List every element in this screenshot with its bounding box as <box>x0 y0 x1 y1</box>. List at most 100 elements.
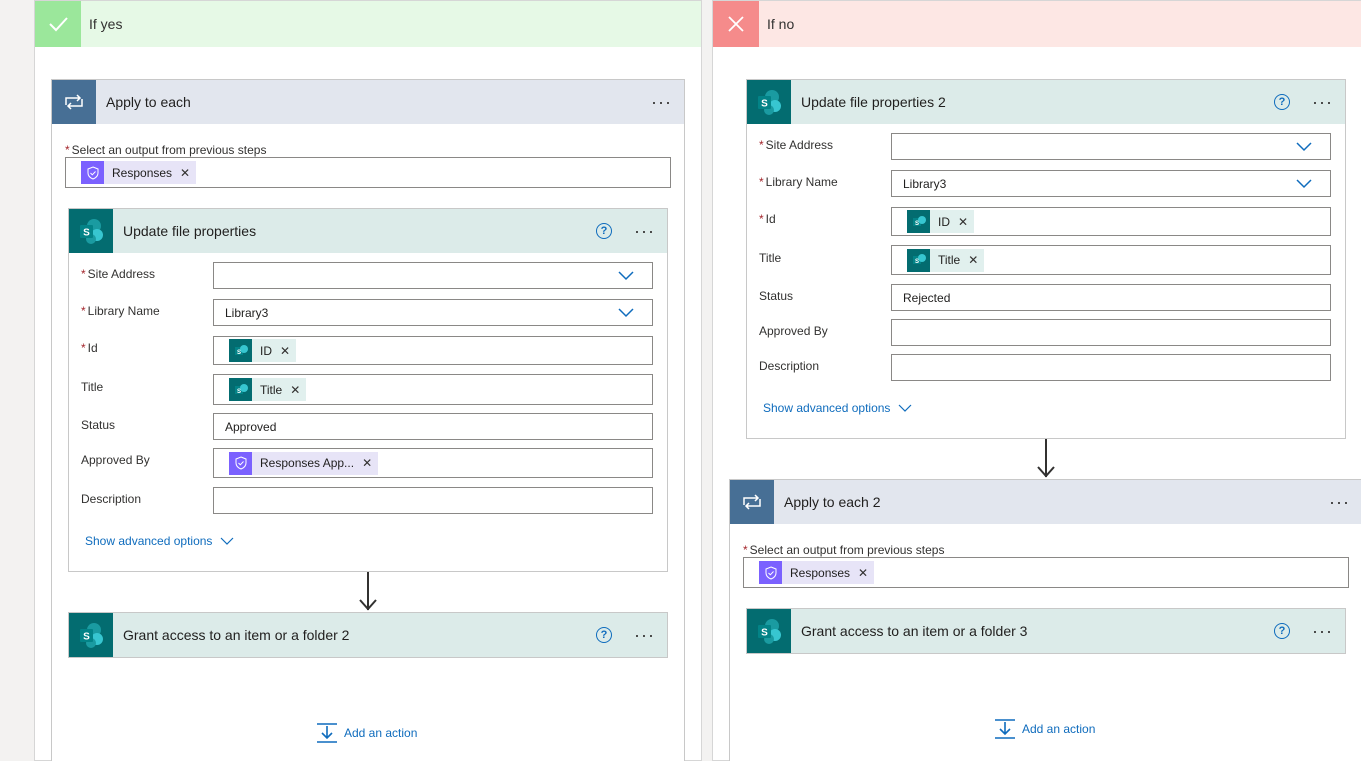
more-icon[interactable]: ··· <box>651 93 672 111</box>
title-label: Title <box>759 251 782 265</box>
id-token-label: ID <box>260 343 272 358</box>
id-label: * Id <box>81 341 98 355</box>
help-icon[interactable]: ? <box>596 223 613 239</box>
title-input[interactable]: S Title ✕ <box>891 245 1331 275</box>
close-icon[interactable]: ✕ <box>280 344 290 358</box>
library-name-dropdown[interactable]: Library3 <box>213 299 653 326</box>
add-action-button[interactable]: Add an action <box>316 722 417 744</box>
status-label: Status <box>759 289 794 303</box>
update-file-properties-header[interactable]: S Update file properties ? ··· <box>69 209 667 253</box>
svg-text:S: S <box>236 389 240 395</box>
close-icon <box>713 1 759 47</box>
select-output-input[interactable]: Responses ✕ <box>65 157 671 188</box>
description-input[interactable] <box>891 354 1331 381</box>
approvals-icon <box>229 451 252 475</box>
id-input[interactable]: S ID ✕ <box>213 336 653 365</box>
branch-if-no-title: If no <box>767 16 795 32</box>
chevron-down-icon <box>1296 142 1312 152</box>
close-icon[interactable]: ✕ <box>290 383 300 397</box>
apply-to-each-2-header[interactable]: Apply to each 2 ··· <box>730 480 1361 524</box>
approvals-icon <box>81 161 104 184</box>
svg-text:S: S <box>83 228 90 239</box>
branch-if-no-header[interactable]: If no <box>713 1 1361 47</box>
help-icon[interactable]: ? <box>1274 94 1291 110</box>
chevron-down-icon <box>899 404 912 412</box>
status-input[interactable]: Approved <box>213 413 653 440</box>
branch-if-yes-header[interactable]: If yes <box>35 1 701 47</box>
title-token-label: Title <box>260 382 283 397</box>
show-advanced-options-label: Show advanced options <box>85 534 213 548</box>
add-action-icon <box>317 723 337 743</box>
responses-token[interactable]: Responses ✕ <box>81 161 197 184</box>
grant-access-3-card: S Grant access to an item or a folder 3 … <box>746 608 1346 654</box>
sharepoint-icon: S <box>747 609 791 653</box>
svg-text:S: S <box>761 628 768 639</box>
grant-access-card: S Grant access to an item or a folder 2 … <box>68 612 668 658</box>
select-output-input[interactable]: Responses ✕ <box>743 557 1349 588</box>
id-token-label: ID <box>938 214 950 229</box>
check-icon <box>35 1 81 47</box>
more-icon[interactable]: ··· <box>634 626 655 644</box>
title-input[interactable]: S Title ✕ <box>213 374 653 405</box>
arrow-head-icon <box>359 599 377 611</box>
svg-text:S: S <box>914 259 918 265</box>
add-action-button[interactable]: Add an action <box>994 718 1095 740</box>
grant-access-header[interactable]: S Grant access to an item or a folder 2 … <box>69 613 667 657</box>
add-action-label: Add an action <box>1022 722 1096 736</box>
responses-token[interactable]: Responses ✕ <box>759 561 875 584</box>
add-action-label: Add an action <box>344 726 418 740</box>
chevron-down-icon <box>221 537 234 545</box>
chevron-down-icon <box>1296 179 1312 189</box>
apply-to-each-header[interactable]: Apply to each ··· <box>52 80 684 124</box>
description-label: Description <box>759 359 820 373</box>
show-advanced-options-link[interactable]: Show advanced options <box>85 534 234 548</box>
title-label: Title <box>81 380 104 394</box>
close-icon[interactable]: ✕ <box>362 456 372 470</box>
svg-text:S: S <box>236 350 240 356</box>
status-value: Rejected <box>903 290 951 305</box>
close-icon[interactable]: ✕ <box>958 215 968 229</box>
title-token[interactable]: S Title ✕ <box>907 248 985 272</box>
status-input[interactable]: Rejected <box>891 284 1331 311</box>
sharepoint-icon: S <box>907 210 930 233</box>
grant-access-title: Grant access to an item or a folder 2 <box>123 627 350 643</box>
approved-by-label: Approved By <box>81 453 150 467</box>
close-icon[interactable]: ✕ <box>180 166 190 180</box>
close-icon[interactable]: ✕ <box>968 253 978 267</box>
sharepoint-icon: S <box>69 209 113 253</box>
id-token[interactable]: S ID ✕ <box>907 210 975 233</box>
id-input[interactable]: S ID ✕ <box>891 207 1331 236</box>
more-icon[interactable]: ··· <box>1329 493 1350 511</box>
grant-access-3-header[interactable]: S Grant access to an item or a folder 3 … <box>747 609 1345 653</box>
approved-by-input[interactable]: Responses App... ✕ <box>213 448 653 478</box>
responses-approver-token[interactable]: Responses App... ✕ <box>229 451 379 475</box>
site-address-dropdown[interactable] <box>891 133 1331 160</box>
svg-text:S: S <box>914 221 918 227</box>
close-icon[interactable]: ✕ <box>858 566 868 580</box>
update-file-properties-title: Update file properties <box>123 223 257 239</box>
site-address-dropdown[interactable] <box>213 262 653 289</box>
chevron-down-icon <box>618 271 634 281</box>
grant-access-3-title: Grant access to an item or a folder 3 <box>801 623 1028 639</box>
library-name-value: Library3 <box>225 305 269 320</box>
show-advanced-options-link[interactable]: Show advanced options <box>763 401 912 415</box>
help-icon[interactable]: ? <box>1274 623 1291 639</box>
title-token[interactable]: S Title ✕ <box>229 378 307 401</box>
update-file-properties-2-header[interactable]: S Update file properties 2 ? ··· <box>747 80 1345 124</box>
more-icon[interactable]: ··· <box>634 222 655 240</box>
sharepoint-icon: S <box>747 80 791 124</box>
title-token-label: Title <box>938 253 961 267</box>
sharepoint-icon: S <box>69 613 113 657</box>
library-name-dropdown[interactable]: Library3 <box>891 170 1331 197</box>
description-label: Description <box>81 492 142 506</box>
more-icon[interactable]: ··· <box>1312 622 1333 640</box>
arrow-head-icon <box>1037 466 1055 478</box>
id-token[interactable]: S ID ✕ <box>229 339 297 362</box>
more-icon[interactable]: ··· <box>1312 93 1333 111</box>
library-name-value: Library3 <box>903 176 947 191</box>
help-icon[interactable]: ? <box>596 627 613 643</box>
description-input[interactable] <box>213 487 653 514</box>
approved-by-input[interactable] <box>891 319 1331 346</box>
approvals-icon <box>759 561 782 584</box>
responses-token-label: Responses <box>112 165 173 180</box>
